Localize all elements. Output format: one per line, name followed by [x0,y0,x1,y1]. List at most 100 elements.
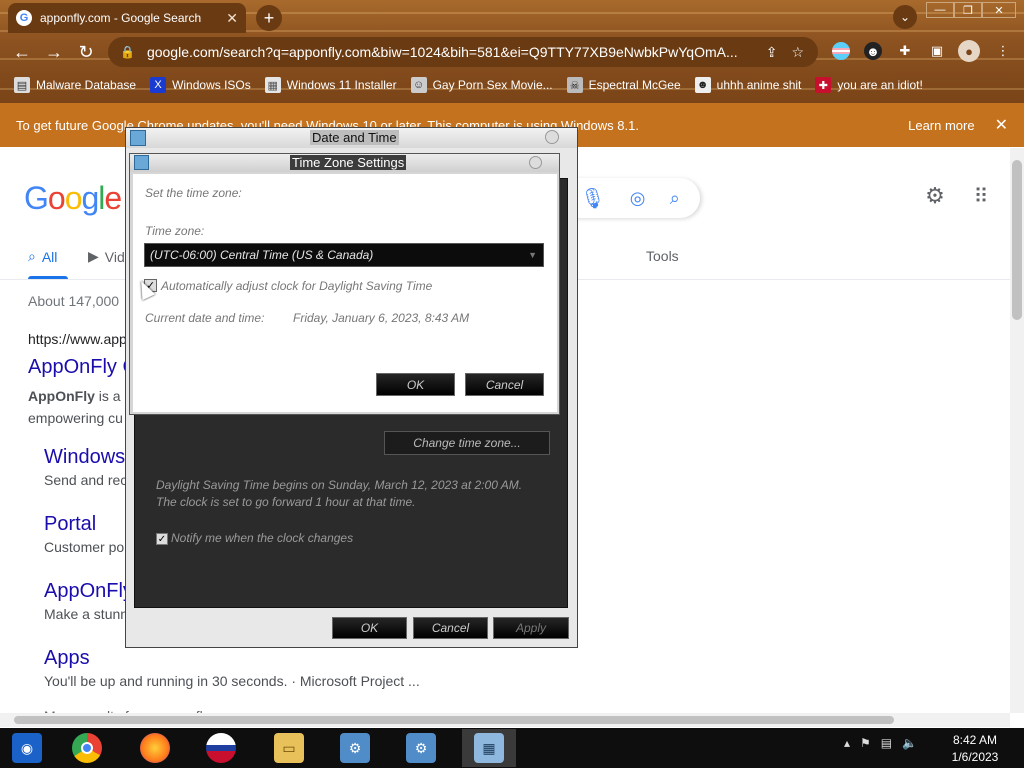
date-time-close-button[interactable] [545,130,559,144]
clock-date: 1/6/2023 [951,750,999,764]
tab-videos[interactable]: ▶ Vid [88,248,125,265]
url-text[interactable]: google.com/search?q=apponfly.com&biw=102… [147,44,766,60]
camera-lens-icon[interactable]: ◎ [630,188,646,209]
bookmark-anime[interactable]: ☻ uhhh anime shit [694,77,802,93]
bookmark-star-icon[interactable]: ☆ [791,44,804,61]
time-zone-value: (UTC-06:00) Central Time (US & Canada) [150,248,374,262]
search-icon[interactable]: ⌕ [670,188,680,209]
maximize-button[interactable]: ❐ [954,2,982,18]
time-zone-ok-button[interactable]: OK [376,373,455,396]
taskbar-app-circle[interactable] [196,729,246,767]
menu-kebab-icon[interactable]: ⋮ [994,42,1012,60]
search-icon: ⌕ [28,248,36,264]
taskbar-clock[interactable]: 8:42 AM 1/6/2023 [940,732,1010,766]
sitelink-snippet: You'll be up and running in 30 seconds. … [44,673,420,689]
bookmark-windows-isos[interactable]: X Windows ISOs [150,77,251,93]
flag-icon[interactable]: ⚑ [860,736,871,750]
tab-all[interactable]: ⌕ All [28,248,57,265]
sitelink-title[interactable]: Apps [44,647,90,670]
vertical-scroll-thumb[interactable] [1012,160,1022,320]
chevron-up-icon[interactable]: ▴ [844,736,850,750]
sitelink-title[interactable]: Portal [44,513,96,536]
time-zone-cancel-button[interactable]: Cancel [465,373,544,396]
taskbar-file-explorer[interactable]: ▭ [264,729,314,767]
learn-more-link[interactable]: Learn more [908,118,974,133]
bookmark-label: Malware Database [36,78,137,92]
address-bar[interactable]: 🔒 google.com/search?q=apponfly.com&biw=1… [108,37,818,67]
volume-icon[interactable]: 🔈 [902,736,917,750]
notify-checkbox[interactable]: ✓ [156,533,168,545]
dst-info-text: Daylight Saving Time begins on Sunday, M… [156,477,556,511]
x-logo-icon: X [150,77,167,93]
minimize-button[interactable]: — [926,2,954,18]
change-time-zone-button[interactable]: Change time zone... [384,431,550,455]
network-icon[interactable]: ▤ [881,736,892,750]
date-time-apply-button[interactable]: Apply [493,617,569,639]
result-url[interactable]: https://www.app [28,331,127,347]
time-zone-label: Time zone: [145,224,205,238]
tools-button[interactable]: Tools [646,248,679,264]
new-tab-button[interactable]: + [256,5,282,31]
sitelink-snippet: Customer po [44,539,125,555]
result-title[interactable]: AppOnFly C [28,356,137,379]
sitelink-title[interactable]: Windows [44,446,125,469]
back-icon[interactable]: ← [10,40,34,64]
clock-time: 8:42 AM [952,733,998,747]
time-zone-heading: Set the time zone: [145,186,242,200]
date-time-ok-button[interactable]: OK [332,617,407,639]
browser-tab-active[interactable]: G apponfly.com - Google Search ✕ [8,3,246,33]
side-panel-icon[interactable]: ▣ [928,42,946,60]
skull-icon: ☠ [566,77,583,93]
tab-search-icon[interactable]: ⌄ [893,5,917,29]
bookmark-malware-database[interactable]: ▤ Malware Database [14,77,136,93]
extension-avatar-icon[interactable]: ☻ [864,42,882,60]
current-datetime-label: Current date and time: [145,311,265,325]
taskbar-start-app[interactable]: ◉ [2,729,52,767]
date-time-cancel-button[interactable]: Cancel [413,617,488,639]
avatar-icon: ☺ [410,77,427,93]
window-close-button[interactable]: ✕ [982,2,1016,18]
folder-icon: ▭ [274,733,304,763]
settings-gear-icon[interactable]: ⚙ [922,183,948,209]
bookmark-label: uhhh anime shit [716,78,802,92]
taskbar-date-time[interactable]: ▦ [464,729,514,767]
bookmark-windows-11-installer[interactable]: ▦ Windows 11 Installer [264,77,397,93]
flag-icon: ✚ [815,77,832,93]
bookmark-gay-porn[interactable]: ☺ Gay Porn Sex Movie... [410,77,553,93]
bookmark-label: you are an idiot! [837,78,923,92]
taskbar-control-panel-2[interactable]: ⚙ [396,729,446,767]
taskbar-firefox[interactable] [130,729,180,767]
google-apps-grid-icon[interactable]: ⠿ [968,183,994,209]
tab-title: apponfly.com - Google Search [40,11,202,25]
auto-dst-label[interactable]: Automatically adjust clock for Daylight … [161,279,432,293]
time-zone-close-button[interactable] [529,156,542,169]
extension-flag-icon[interactable] [832,42,850,60]
horizontal-scroll-thumb[interactable] [14,716,894,724]
dst-line: The clock is set to go forward 1 hour at… [156,495,416,509]
time-zone-select[interactable]: (UTC-06:00) Central Time (US & Canada) ▼ [144,243,544,267]
forward-icon[interactable]: → [42,40,66,64]
control-panel-icon: ⚙ [406,733,436,763]
google-logo[interactable]: Google [24,180,122,217]
microphone-icon[interactable]: 🎙 [580,186,605,211]
extensions-puzzle-icon[interactable]: ✚ [896,42,914,60]
reload-icon[interactable]: ↻ [74,40,98,64]
firefox-icon [140,733,170,763]
search-box[interactable]: 🎙 ◎ ⌕ [560,178,700,218]
profile-avatar-icon[interactable]: ● [958,40,980,62]
lock-icon: 🔒 [120,45,135,59]
taskbar-chrome[interactable] [62,729,112,767]
bookmark-you-are-an-idiot[interactable]: ✚ you are an idiot! [815,77,923,93]
sitelink-title[interactable]: AppOnFly [44,580,133,603]
share-icon[interactable]: ⇪ [766,44,778,61]
infobar-close-icon[interactable]: ✕ [995,115,1008,135]
bookmark-label: Windows ISOs [172,78,251,92]
clock-calendar-icon [134,155,149,170]
bookmark-espectral-mcgee[interactable]: ☠ Espectral McGee [566,77,681,93]
taskbar-control-panel[interactable]: ⚙ [330,729,380,767]
result-snippet: AppOnFly is a c empowering cu [28,385,138,429]
chevron-down-icon: ▼ [528,250,537,260]
active-tab-indicator [28,276,68,279]
tab-close-icon[interactable]: ✕ [226,10,238,27]
tab-label: Vid [104,248,125,265]
